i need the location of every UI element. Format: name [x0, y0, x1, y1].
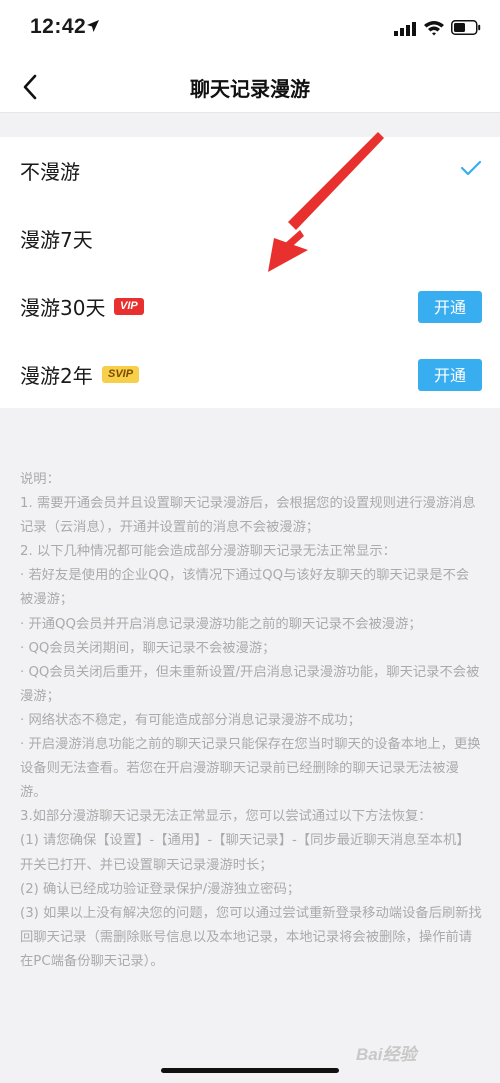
watermark-logo: Bai经验	[356, 1045, 417, 1064]
activate-vip-button[interactable]: 开通	[418, 291, 482, 323]
status-time: 12:42	[30, 15, 87, 38]
note-paragraph: · QQ会员关闭后重开，但未重新设置/开启消息记录漫游功能，聊天记录不会被漫游；	[20, 664, 480, 704]
note-paragraph: · 网络状态不稳定，有可能造成部分消息记录漫游不成功；	[20, 712, 361, 728]
vip-badge: VIP	[114, 298, 144, 315]
note-paragraph: · 开通QQ会员并开启消息记录漫游功能之前的聊天记录不会被漫游；	[20, 616, 422, 632]
notes-heading: 说明：	[20, 472, 60, 487]
option-roaming-2-years[interactable]: 漫游2年 SVIP 开通	[0, 341, 500, 409]
status-bar: 12:42	[0, 0, 500, 62]
option-roaming-7-days[interactable]: 漫游7天	[0, 205, 500, 273]
option-roaming-30-days[interactable]: 漫游30天 VIP 开通	[0, 273, 500, 341]
wifi-icon	[423, 19, 445, 40]
option-no-roaming[interactable]: 不漫游	[0, 137, 500, 205]
cellular-signal-icon	[394, 21, 416, 40]
roaming-explanation: 说明： 1. 需要开通会员并且设置聊天记录漫游后，会根据您的设置规则进行漫游消息…	[20, 468, 482, 974]
option-label: 漫游2年	[20, 364, 93, 388]
home-indicator[interactable]	[161, 1068, 339, 1073]
note-paragraph: (2) 确认已经成功验证登录保护/漫游独立密码；	[20, 881, 301, 897]
note-paragraph: 3.如部分漫游聊天记录无法正常显示，您可以尝试通过以下方法恢复：	[20, 809, 432, 825]
note-paragraph: · 若好友是使用的企业QQ，该情况下通过QQ与该好友聊天的聊天记录是不会被漫游；	[20, 568, 470, 608]
location-arrow-icon	[86, 18, 100, 37]
svip-badge: SVIP	[102, 366, 140, 383]
note-paragraph: · 开启漫游消息功能之前的聊天记录只能保存在您当时聊天的设备本地上，更换设备则无…	[20, 737, 481, 801]
note-paragraph: (1) 请您确保【设置】-【通用】-【聊天记录】-【同步最近聊天消息至本机】开关…	[20, 833, 470, 873]
option-label: 不漫游	[20, 160, 80, 184]
note-paragraph: 1. 需要开通会员并且设置聊天记录漫游后，会根据您的设置规则进行漫游消息记录（云…	[20, 496, 476, 536]
navigation-bar: 聊天记录漫游	[0, 62, 500, 113]
roaming-options-list: 不漫游 漫游7天 漫游30天 VIP 开通 漫游2年 SVIP 开通	[0, 137, 500, 408]
option-label: 漫游7天	[20, 228, 93, 252]
checkmark-icon	[460, 160, 482, 180]
activate-svip-button[interactable]: 开通	[418, 359, 482, 391]
option-label: 漫游30天	[20, 296, 106, 320]
note-paragraph: (3) 如果以上没有解决您的问题，您可以通过尝试重新登录移动端设备后刷新找回聊天…	[20, 905, 482, 969]
battery-icon	[451, 20, 481, 39]
note-paragraph: · QQ会员关闭期间，聊天记录不会被漫游；	[20, 640, 276, 656]
page-title: 聊天记录漫游	[190, 77, 310, 101]
note-paragraph: 2. 以下几种情况都可能会造成部分漫游聊天记录无法正常显示：	[20, 544, 396, 560]
